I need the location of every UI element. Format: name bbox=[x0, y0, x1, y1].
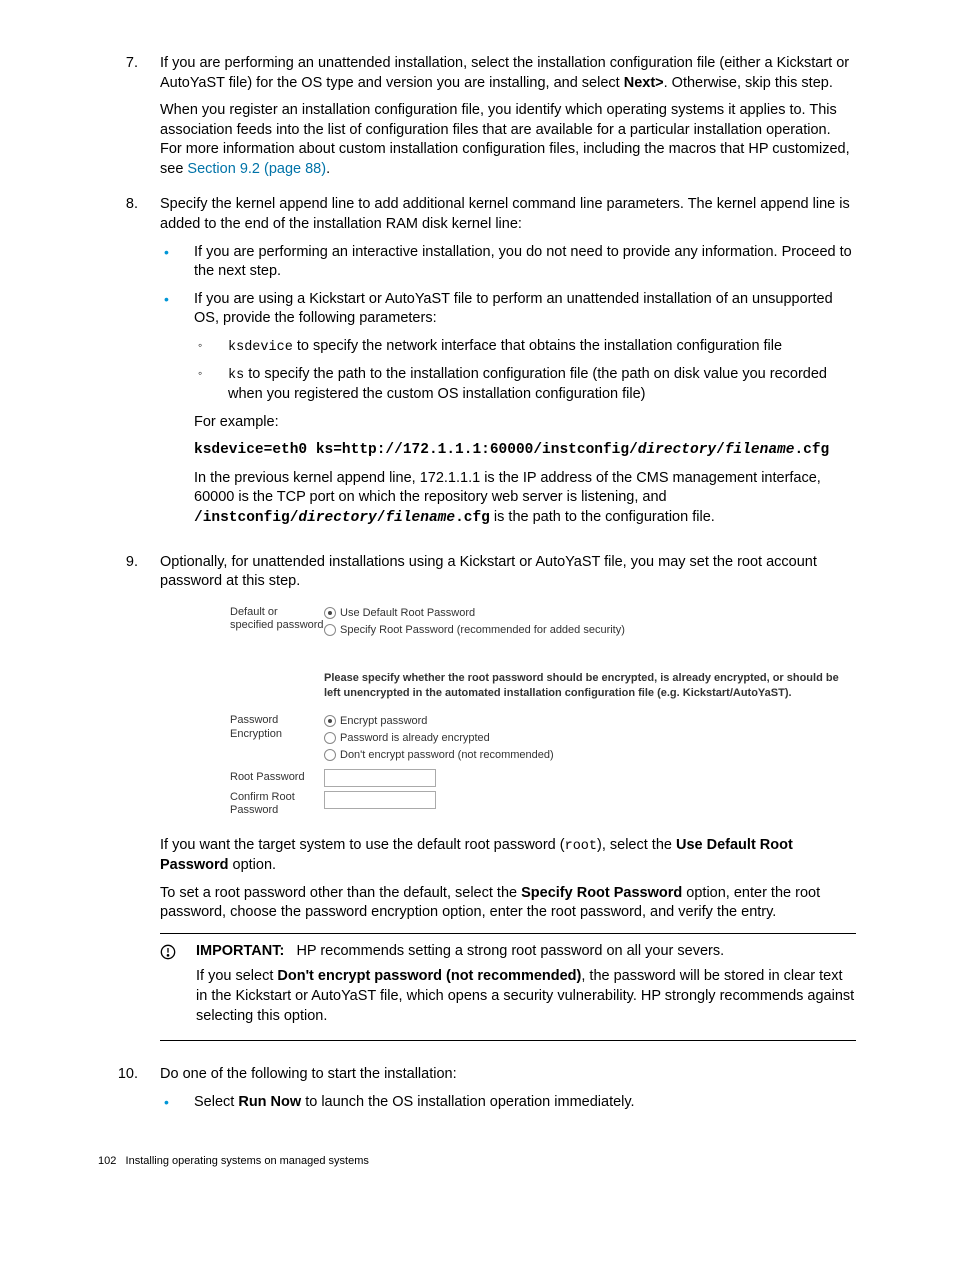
important-line1: IMPORTANT: HP recommends setting a stron… bbox=[196, 942, 856, 962]
bullet-item: If you are performing an interactive ins… bbox=[160, 243, 856, 282]
text: If you are using a Kickstart or AutoYaST… bbox=[194, 290, 856, 329]
text: To set a root password other than the de… bbox=[160, 885, 521, 901]
page-number: 102 bbox=[98, 1155, 116, 1167]
option-name: Don't encrypt password (not recommended) bbox=[277, 968, 581, 984]
text: In the previous kernel append line, 172.… bbox=[194, 470, 821, 506]
step-8: 8. Specify the kernel append line to add… bbox=[98, 195, 856, 544]
radio-label: Specify Root Password (recommended for a… bbox=[340, 623, 625, 638]
text: to launch the OS installation operation … bbox=[301, 1094, 634, 1110]
code: .cfg bbox=[455, 510, 490, 526]
text: Select bbox=[194, 1094, 238, 1110]
form-label: Password Encryption bbox=[230, 714, 324, 765]
text: to specify the path to the installation … bbox=[228, 366, 827, 402]
form-note: Please specify whether the root password… bbox=[324, 671, 856, 700]
bullet-item: If you are using a Kickstart or AutoYaST… bbox=[160, 290, 856, 537]
step-number: 7. bbox=[98, 54, 160, 187]
step-8-intro: Specify the kernel append line to add ad… bbox=[160, 195, 856, 234]
form-label: Confirm Root Password bbox=[230, 791, 324, 819]
code-var: filename bbox=[725, 442, 795, 458]
text: option. bbox=[229, 857, 277, 873]
text: If you select bbox=[196, 968, 277, 984]
step-9-intro: Optionally, for unattended installations… bbox=[160, 553, 856, 592]
password-form: Default or specified password Use Defaul… bbox=[230, 606, 856, 818]
step-7: 7. If you are performing an unattended i… bbox=[98, 54, 856, 187]
root-password-input[interactable] bbox=[324, 769, 436, 787]
step-list: 7. If you are performing an unattended i… bbox=[98, 54, 856, 1120]
run-now-label: Run Now bbox=[238, 1094, 301, 1110]
code-explain: In the previous kernel append line, 172.… bbox=[194, 469, 856, 529]
radio-label: Use Default Root Password bbox=[340, 606, 475, 621]
code: .cfg bbox=[794, 442, 829, 458]
section-link[interactable]: Section 9.2 (page 88) bbox=[187, 161, 326, 177]
important-block: IMPORTANT: HP recommends setting a stron… bbox=[160, 933, 856, 1041]
radio-icon bbox=[324, 732, 336, 744]
form-label: Default or specified password bbox=[230, 606, 324, 640]
text: . bbox=[326, 161, 330, 177]
important-label: IMPORTANT: bbox=[196, 943, 284, 959]
code: /instconfig/ bbox=[194, 510, 298, 526]
code-var: directory bbox=[638, 442, 716, 458]
text: HP recommends setting a strong root pass… bbox=[296, 943, 724, 959]
step-10-bullets: Select Run Now to launch the OS installa… bbox=[160, 1093, 856, 1113]
radio-use-default[interactable]: Use Default Root Password bbox=[324, 606, 856, 621]
code: ksdevice=eth0 ks=http://172.1.1.1:60000/… bbox=[194, 442, 638, 458]
chapter-title: Installing operating systems on managed … bbox=[126, 1155, 369, 1167]
code: / bbox=[716, 442, 725, 458]
step-number: 10. bbox=[98, 1065, 160, 1120]
radio-icon bbox=[324, 607, 336, 619]
sub-item: ks to specify the path to the installati… bbox=[194, 365, 856, 405]
radio-icon bbox=[324, 749, 336, 761]
sub-item: ksdevice to specify the network interfac… bbox=[194, 337, 856, 357]
step-7-p2: When you register an installation config… bbox=[160, 101, 856, 179]
option-name: Specify Root Password bbox=[521, 885, 682, 901]
text: If you are performing an interactive ins… bbox=[194, 243, 856, 282]
bullet-item: Select Run Now to launch the OS installa… bbox=[160, 1093, 856, 1113]
step-8-bullets: If you are performing an interactive ins… bbox=[160, 243, 856, 537]
radio-icon bbox=[324, 624, 336, 636]
form-label: Root Password bbox=[230, 771, 324, 785]
for-example: For example: bbox=[194, 413, 856, 433]
radio-already[interactable]: Password is already encrypted bbox=[324, 731, 856, 746]
code: root bbox=[565, 839, 597, 854]
radio-dont-encrypt[interactable]: Don't encrypt password (not recommended) bbox=[324, 748, 856, 763]
radio-specify[interactable]: Specify Root Password (recommended for a… bbox=[324, 623, 856, 638]
step-number: 8. bbox=[98, 195, 160, 544]
step-9: 9. Optionally, for unattended installati… bbox=[98, 553, 856, 1058]
important-icon bbox=[160, 942, 196, 1032]
code: ks bbox=[228, 368, 244, 383]
step-10-intro: Do one of the following to start the ins… bbox=[160, 1065, 856, 1085]
step-10: 10. Do one of the following to start the… bbox=[98, 1065, 856, 1120]
text: . Otherwise, skip this step. bbox=[664, 75, 833, 91]
important-line2: If you select Don't encrypt password (no… bbox=[196, 967, 856, 1026]
radio-encrypt[interactable]: Encrypt password bbox=[324, 714, 856, 729]
radio-label: Encrypt password bbox=[340, 714, 427, 729]
step-9-after2: To set a root password other than the de… bbox=[160, 884, 856, 923]
step-7-p1: If you are performing an unattended inst… bbox=[160, 54, 856, 93]
next-label: Next> bbox=[624, 75, 664, 91]
page-footer: 102 Installing operating systems on mana… bbox=[98, 1154, 856, 1169]
confirm-password-input[interactable] bbox=[324, 791, 436, 809]
step-9-after1: If you want the target system to use the… bbox=[160, 836, 856, 876]
radio-label: Password is already encrypted bbox=[340, 731, 490, 746]
radio-icon bbox=[324, 715, 336, 727]
text: If you want the target system to use the… bbox=[160, 837, 565, 853]
step-number: 9. bbox=[98, 553, 160, 1058]
text: is the path to the configuration file. bbox=[490, 509, 715, 525]
code-var: directory bbox=[298, 510, 376, 526]
code-var: filename bbox=[385, 510, 455, 526]
text: ), select the bbox=[597, 837, 676, 853]
text: to specify the network interface that ob… bbox=[293, 338, 782, 354]
code-line: ksdevice=eth0 ks=http://172.1.1.1:60000/… bbox=[194, 440, 856, 461]
code: ksdevice bbox=[228, 340, 293, 355]
sub-bullets: ksdevice to specify the network interfac… bbox=[194, 337, 856, 405]
radio-label: Don't encrypt password (not recommended) bbox=[340, 748, 554, 763]
